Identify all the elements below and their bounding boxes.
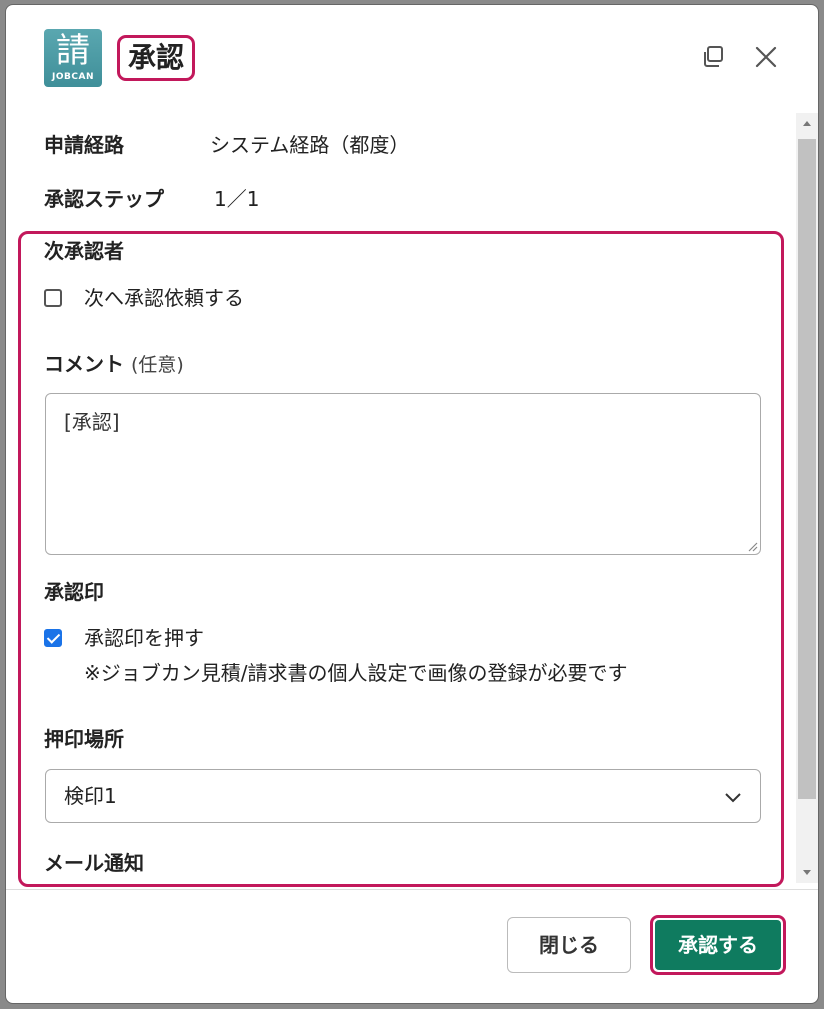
stamp-location-label: 押印場所 — [44, 727, 124, 751]
stamp-checkbox[interactable] — [44, 629, 62, 647]
stamp-location-selected: 検印1 — [64, 784, 117, 808]
route-value: システム経路（都度） — [210, 133, 410, 157]
approve-button-highlight: 承認する — [650, 915, 786, 975]
scrollbar-thumb[interactable] — [798, 139, 816, 799]
chevron-down-icon — [725, 793, 741, 803]
route-row: 申請経路 システム経路（都度） — [44, 131, 409, 159]
approve-button[interactable]: 承認する — [655, 920, 781, 970]
comment-optional: (任意) — [130, 354, 184, 376]
comment-value: [承認] — [64, 410, 120, 434]
stamp-label: 承認印 — [44, 580, 104, 604]
step-row: 承認ステップ 1／1 — [44, 185, 259, 213]
stamp-note: ※ジョブカン見積/請求書の個人設定で画像の登録が必要です — [84, 661, 628, 685]
stamp-location-select[interactable]: 検印1 — [45, 769, 761, 823]
approval-dialog: 請 JOBCAN 承認 申請経路 システム経路（都度） 承認ステップ 1／1 次… — [5, 4, 819, 1004]
route-label: 申請経路 — [44, 133, 124, 157]
dialog-header: 請 JOBCAN 承認 — [6, 5, 818, 113]
stamp-checkbox-label[interactable]: 承認印を押す — [84, 624, 204, 652]
copy-button[interactable] — [699, 43, 727, 71]
close-button[interactable] — [752, 43, 780, 71]
step-value: 1／1 — [214, 187, 260, 211]
scroll-down-icon[interactable] — [796, 861, 818, 883]
next-approver-checkbox[interactable] — [44, 289, 62, 307]
step-label: 承認ステップ — [44, 187, 164, 211]
copy-icon — [704, 46, 723, 67]
close-icon — [755, 46, 777, 68]
scroll-up-icon[interactable] — [796, 113, 818, 135]
comment-label-text: コメント — [44, 352, 124, 376]
dialog-title: 承認 — [117, 35, 196, 81]
next-approver-label: 次承認者 — [44, 239, 124, 263]
resize-grip-icon[interactable] — [746, 540, 758, 552]
dialog-body: 申請経路 システム経路（都度） 承認ステップ 1／1 次承認者 次へ承認依頼する… — [6, 113, 796, 889]
comment-label: コメント (任意) — [44, 350, 184, 379]
logo-text: JOBCAN — [52, 72, 94, 82]
comment-textarea[interactable]: [承認] — [45, 393, 761, 555]
next-approver-checkbox-label[interactable]: 次へ承認依頼する — [84, 284, 244, 312]
logo-glyph: 請 — [56, 31, 90, 71]
scrollbar[interactable] — [796, 113, 818, 883]
close-dialog-button[interactable]: 閉じる — [507, 917, 631, 973]
footer-divider — [6, 889, 818, 890]
jobcan-logo-icon: 請 JOBCAN — [44, 29, 102, 87]
mail-notify-label: メール通知 — [44, 851, 144, 875]
